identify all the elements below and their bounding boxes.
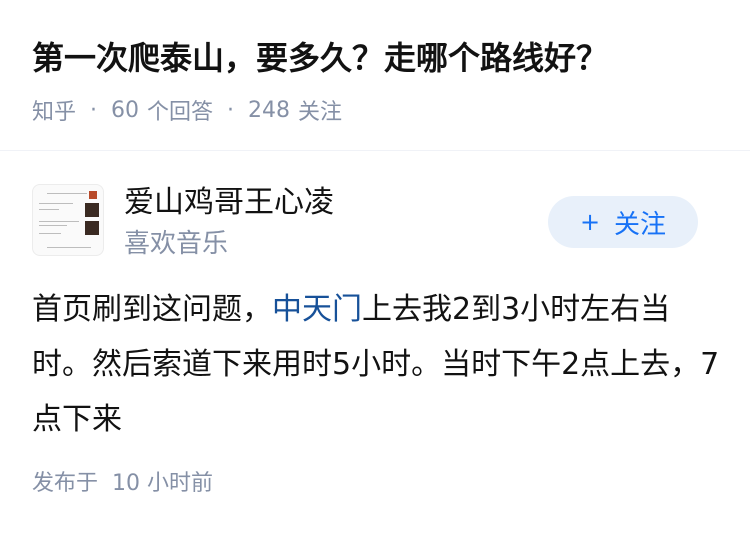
answer-link-zhongtianmen[interactable]: 中天门 [272, 292, 362, 327]
zhihu-answer-page: 第一次爬泰山，要多久？走哪个路线好？ 知乎 · 60 个回答 · 248 关注 … [0, 0, 750, 534]
question-meta: 知乎 · 60 个回答 · 248 关注 [32, 92, 342, 128]
author-bio: 喜欢音乐 [124, 229, 229, 259]
answers-count[interactable]: 60 [111, 98, 139, 123]
publish-time: 发布于 10 小时前 [32, 468, 213, 500]
publish-time-value: 10 小时前 [112, 471, 214, 496]
source-label[interactable]: 知乎 [32, 94, 76, 126]
divider [0, 150, 750, 151]
followers-count[interactable]: 248 [248, 98, 290, 123]
publish-label: 发布于 [32, 471, 99, 496]
follow-button[interactable]: + 关注 [548, 196, 698, 248]
followers-label[interactable]: 关注 [298, 94, 342, 126]
answer-content: 首页刷到这问题，中天门上去我2到3小时左右当时。然后索道下来用时5小时。当时下午… [32, 282, 722, 447]
follow-button-label: 关注 [614, 209, 667, 240]
meta-separator: · [227, 97, 235, 123]
answer-text-part1: 首页刷到这问题， [32, 292, 272, 327]
plus-icon: + [579, 208, 601, 236]
meta-separator: · [90, 97, 98, 123]
answers-label[interactable]: 个回答 [147, 94, 213, 126]
author-avatar[interactable] [32, 184, 104, 256]
author-name[interactable]: 爱山鸡哥王心凌 [124, 182, 334, 224]
question-title[interactable]: 第一次爬泰山，要多久？走哪个路线好？ [32, 34, 608, 82]
